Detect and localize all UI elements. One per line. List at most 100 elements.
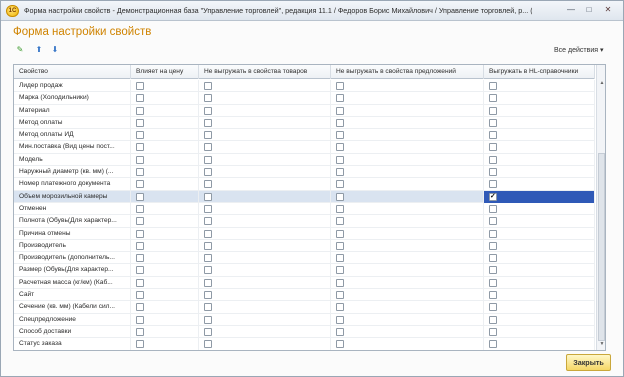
column-no-export-goods[interactable]: Не выгружать в свойства товаров bbox=[199, 65, 331, 79]
no-export-goods-checkbox[interactable] bbox=[204, 303, 212, 312]
affects-price-checkbox[interactable] bbox=[136, 168, 144, 177]
no-export-goods-checkbox[interactable] bbox=[204, 204, 212, 213]
no-export-offers-checkbox[interactable] bbox=[336, 278, 344, 287]
export-hl-checkbox[interactable] bbox=[489, 94, 497, 103]
table-row[interactable]: Сечение (кв. мм) (Кабели сил... bbox=[14, 301, 595, 314]
export-hl-checkbox[interactable] bbox=[489, 327, 497, 336]
export-hl-checkbox[interactable] bbox=[489, 204, 497, 213]
no-export-goods-checkbox[interactable] bbox=[204, 82, 212, 90]
affects-price-checkbox[interactable] bbox=[136, 254, 144, 263]
table-row[interactable]: Отменен bbox=[14, 202, 595, 216]
column-no-export-offers[interactable]: Не выгружать в свойства предложений bbox=[331, 65, 484, 79]
table-row[interactable]: Модель bbox=[14, 153, 595, 167]
no-export-offers-checkbox[interactable] bbox=[336, 180, 344, 189]
affects-price-checkbox[interactable] bbox=[136, 217, 144, 226]
minimize-button[interactable]: — bbox=[564, 4, 578, 16]
affects-price-checkbox[interactable] bbox=[136, 192, 144, 201]
table-row[interactable]: Сайт bbox=[14, 289, 595, 302]
no-export-offers-checkbox[interactable] bbox=[336, 131, 344, 140]
no-export-goods-checkbox[interactable] bbox=[204, 254, 212, 263]
no-export-goods-checkbox[interactable] bbox=[204, 180, 212, 189]
no-export-offers-checkbox[interactable] bbox=[336, 94, 344, 103]
table-row[interactable]: Материал bbox=[14, 104, 595, 117]
no-export-goods-checkbox[interactable] bbox=[204, 168, 212, 177]
no-export-goods-checkbox[interactable] bbox=[204, 155, 212, 164]
no-export-goods-checkbox[interactable] bbox=[204, 278, 212, 287]
no-export-goods-checkbox[interactable] bbox=[204, 327, 212, 336]
close-button[interactable]: Закрыть bbox=[566, 354, 611, 371]
export-hl-checkbox[interactable] bbox=[489, 303, 497, 312]
arrow-up-icon[interactable]: ⬆ bbox=[34, 45, 44, 55]
export-hl-checkbox[interactable] bbox=[489, 180, 497, 189]
no-export-offers-checkbox[interactable] bbox=[336, 340, 344, 349]
no-export-goods-checkbox[interactable] bbox=[204, 266, 212, 275]
scroll-up-icon[interactable]: ▲ bbox=[597, 79, 605, 88]
no-export-goods-checkbox[interactable] bbox=[204, 192, 212, 201]
export-hl-checkbox[interactable] bbox=[489, 266, 497, 275]
no-export-offers-checkbox[interactable] bbox=[336, 155, 344, 164]
no-export-goods-checkbox[interactable] bbox=[204, 340, 212, 349]
no-export-offers-checkbox[interactable] bbox=[336, 291, 344, 300]
no-export-goods-checkbox[interactable] bbox=[204, 291, 212, 300]
no-export-offers-checkbox[interactable] bbox=[336, 266, 344, 275]
table-row[interactable]: Размер (Обувь(Для характер... bbox=[14, 264, 595, 277]
affects-price-checkbox[interactable] bbox=[136, 291, 144, 300]
export-hl-checkbox[interactable] bbox=[489, 241, 497, 250]
table-row[interactable]: Мин.поставка (Вид цены пост... bbox=[14, 141, 595, 154]
table-row[interactable]: Производитель bbox=[14, 239, 595, 253]
vertical-scrollbar[interactable]: ▲ ▼ bbox=[596, 65, 605, 350]
export-hl-checkbox[interactable] bbox=[489, 143, 497, 152]
export-hl-checkbox[interactable] bbox=[489, 254, 497, 263]
no-export-offers-checkbox[interactable] bbox=[336, 254, 344, 263]
no-export-offers-checkbox[interactable] bbox=[336, 241, 344, 250]
table-row[interactable]: Номер платежного документа bbox=[14, 178, 595, 191]
affects-price-checkbox[interactable] bbox=[136, 241, 144, 250]
export-hl-checkbox[interactable] bbox=[489, 191, 497, 203]
table-row[interactable]: Причина отмены bbox=[14, 227, 595, 240]
no-export-goods-checkbox[interactable] bbox=[204, 143, 212, 152]
export-hl-checkbox[interactable] bbox=[489, 315, 497, 324]
affects-price-checkbox[interactable] bbox=[136, 143, 144, 152]
table-row[interactable]: Способ доставки bbox=[14, 325, 595, 339]
export-hl-checkbox[interactable] bbox=[489, 278, 497, 287]
column-affects-price[interactable]: Влияет на цену bbox=[131, 65, 199, 79]
no-export-offers-checkbox[interactable] bbox=[336, 204, 344, 213]
no-export-goods-checkbox[interactable] bbox=[204, 241, 212, 250]
no-export-goods-checkbox[interactable] bbox=[204, 315, 212, 324]
table-row[interactable]: Статус заказа bbox=[14, 338, 595, 350]
affects-price-checkbox[interactable] bbox=[136, 303, 144, 312]
export-hl-checkbox[interactable] bbox=[489, 155, 497, 164]
export-hl-checkbox[interactable] bbox=[489, 168, 497, 177]
affects-price-checkbox[interactable] bbox=[136, 327, 144, 336]
all-actions-menu[interactable]: Все действия ▾ bbox=[554, 46, 603, 54]
affects-price-checkbox[interactable] bbox=[136, 204, 144, 213]
affects-price-checkbox[interactable] bbox=[136, 180, 144, 189]
export-hl-checkbox[interactable] bbox=[489, 131, 497, 140]
export-hl-checkbox[interactable] bbox=[489, 340, 497, 349]
no-export-offers-checkbox[interactable] bbox=[336, 327, 344, 336]
table-row[interactable]: Спецпредложение bbox=[14, 313, 595, 326]
affects-price-checkbox[interactable] bbox=[136, 340, 144, 349]
table-row[interactable]: Производитель (дополнитель... bbox=[14, 252, 595, 265]
maximize-button[interactable]: □ bbox=[582, 4, 596, 16]
no-export-offers-checkbox[interactable] bbox=[336, 106, 344, 115]
no-export-goods-checkbox[interactable] bbox=[204, 118, 212, 127]
export-hl-checkbox[interactable] bbox=[489, 229, 497, 238]
scroll-down-icon[interactable]: ▼ bbox=[597, 340, 605, 349]
no-export-goods-checkbox[interactable] bbox=[204, 94, 212, 103]
affects-price-checkbox[interactable] bbox=[136, 106, 144, 115]
no-export-offers-checkbox[interactable] bbox=[336, 168, 344, 177]
table-row[interactable]: Лидер продаж bbox=[14, 80, 595, 93]
no-export-goods-checkbox[interactable] bbox=[204, 229, 212, 238]
affects-price-checkbox[interactable] bbox=[136, 82, 144, 90]
table-row[interactable]: Наружный диаметр (кв. мм) (... bbox=[14, 166, 595, 179]
no-export-offers-checkbox[interactable] bbox=[336, 217, 344, 226]
no-export-offers-checkbox[interactable] bbox=[336, 303, 344, 312]
affects-price-checkbox[interactable] bbox=[136, 278, 144, 287]
no-export-offers-checkbox[interactable] bbox=[336, 143, 344, 152]
no-export-goods-checkbox[interactable] bbox=[204, 131, 212, 140]
no-export-offers-checkbox[interactable] bbox=[336, 229, 344, 238]
affects-price-checkbox[interactable] bbox=[136, 131, 144, 140]
affects-price-checkbox[interactable] bbox=[136, 155, 144, 164]
table-row[interactable]: Метод оплаты bbox=[14, 116, 595, 130]
